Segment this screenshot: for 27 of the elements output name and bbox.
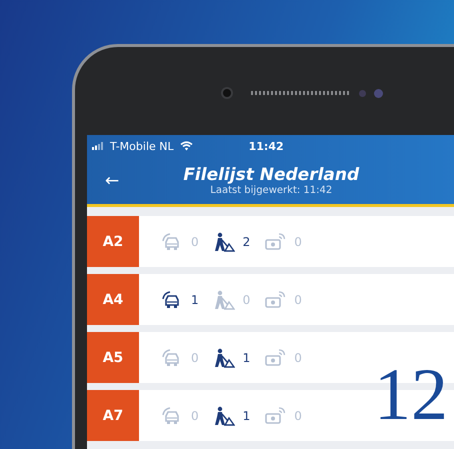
incident-count: 1 bbox=[242, 408, 250, 422]
incident-count: 0 bbox=[191, 350, 199, 364]
road-row[interactable]: A2 0 2 0 bbox=[87, 216, 454, 267]
incident-count: 1 bbox=[242, 350, 250, 364]
carrier-name: T-Mobile NL bbox=[110, 140, 174, 152]
incident-count: 0 bbox=[294, 234, 302, 248]
status-time: 11:42 bbox=[248, 140, 284, 152]
incident-count: 0 bbox=[242, 292, 250, 306]
road-label: A2 bbox=[87, 216, 139, 267]
road-label: A7 bbox=[87, 390, 139, 441]
incident-count: 0 bbox=[294, 350, 302, 364]
incident-count: 0 bbox=[191, 408, 199, 422]
road-row[interactable]: A4 1 0 0 bbox=[87, 274, 454, 325]
road-label: A4 bbox=[87, 274, 139, 325]
screen-title: Filelijst Nederland bbox=[183, 165, 360, 185]
signal-icon bbox=[92, 142, 106, 150]
incident-count: 0 bbox=[191, 234, 199, 248]
incident-count: 0 bbox=[294, 292, 302, 306]
incident-count: 2 bbox=[242, 234, 250, 248]
wifi-icon bbox=[180, 141, 193, 151]
camera-icon bbox=[221, 87, 233, 99]
last-updated-text: Laatst bijgewerkt: 11:42 bbox=[210, 185, 332, 196]
back-button[interactable]: ← bbox=[87, 170, 130, 190]
incident-count: 0 bbox=[294, 408, 302, 422]
sensor-icon bbox=[359, 90, 366, 96]
incident-count: 1 bbox=[191, 292, 199, 306]
road-label: A5 bbox=[87, 332, 139, 383]
